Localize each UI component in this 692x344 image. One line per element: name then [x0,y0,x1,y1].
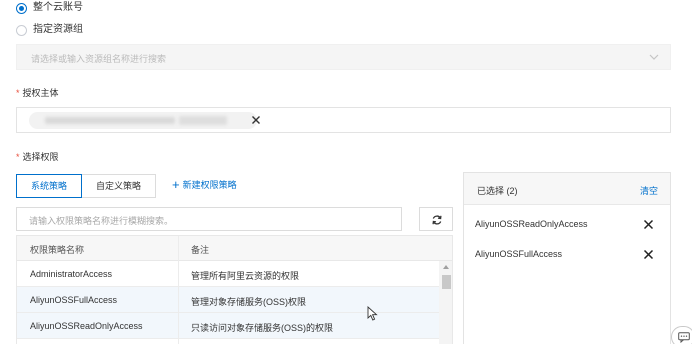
policy-table: 权限策略名称 备注 AdministratorAccess 管理所有阿里云资源的… [16,235,453,344]
radio-resource-group-label[interactable]: 指定资源组 [33,24,83,36]
close-icon[interactable] [643,249,654,260]
new-policy-label: 新建权限策略 [182,180,237,190]
feedback-icon [678,332,690,343]
principal-tag [29,112,260,129]
refresh-button[interactable] [419,207,453,231]
policy-name-cell: AliyunOSSFullAccess [30,295,118,305]
new-policy-link[interactable]: + 新建权限策略 [172,178,237,192]
selected-policies-panel: 已选择 (2) 清空 AliyunOSSReadOnlyAccess Aliyu… [463,172,671,344]
table-row[interactable]: AdministratorAccess 管理所有阿里云资源的权限 [17,261,439,287]
policy-name-cell: AdministratorAccess [30,269,113,279]
plus-icon: + [172,177,180,192]
policy-name-cell: AliyunOSSReadOnlyAccess [30,321,143,331]
redacted-principal-id [179,116,227,125]
chevron-down-icon [649,54,659,60]
mouse-cursor-icon [367,306,378,321]
principal-label: 授权主体 [22,88,59,98]
redacted-principal-name [45,117,175,124]
tab-system-policy[interactable]: 系统策略 [16,174,83,198]
principal-field[interactable] [16,107,671,133]
feedback-button[interactable] [671,326,692,344]
tab-custom-policy[interactable]: 自定义策略 [82,174,157,198]
selected-panel-header: 已选择 (2) 清空 [464,173,670,205]
resource-group-placeholder: 请选择或输入资源组名称进行搜索 [31,54,167,64]
close-icon[interactable] [643,219,654,230]
permissions-label: 选择权限 [22,152,59,162]
resource-group-select[interactable]: 请选择或输入资源组名称进行搜索 [16,44,671,70]
table-scrollbar[interactable] [439,261,452,344]
selected-item-label: AliyunOSSReadOnlyAccess [475,219,588,229]
required-mark: * [16,88,20,98]
scrollbar-thumb[interactable] [442,275,451,289]
clear-button[interactable]: 清空 [640,184,658,197]
radio-whole-account[interactable] [16,3,27,14]
table-header: 权限策略名称 备注 [17,236,452,261]
required-mark: * [16,152,20,162]
column-header-policy-name: 权限策略名称 [30,245,85,255]
policy-search-input[interactable]: 请输入权限策略名称进行模糊搜索。 [16,207,402,231]
policy-type-tabs: 系统策略 自定义策略 [16,174,157,198]
selected-item-label: AliyunOSSFullAccess [475,249,563,259]
refresh-icon [432,215,442,225]
radio-whole-account-label[interactable]: 整个云账号 [33,2,83,14]
column-divider [178,236,179,344]
policy-note-cell: 管理对象存储服务(OSS)权限 [191,297,307,307]
selected-item: AliyunOSSFullAccess [464,240,670,270]
policy-note-cell: 管理所有阿里云资源的权限 [191,271,300,281]
selected-item: AliyunOSSReadOnlyAccess [464,210,670,240]
policy-search-placeholder: 请输入权限策略名称进行模糊搜索。 [29,216,174,226]
scroll-up-arrow-icon[interactable] [443,265,449,269]
selected-count-title: 已选择 (2) [477,186,518,196]
close-icon[interactable] [249,113,263,127]
principal-label-row: * 授权主体 [16,87,59,99]
permissions-label-row: * 选择权限 [16,151,59,163]
column-header-note: 备注 [191,245,210,255]
policy-note-cell: 只读访问对象存储服务(OSS)的权限 [191,323,334,333]
radio-resource-group[interactable] [16,25,27,36]
